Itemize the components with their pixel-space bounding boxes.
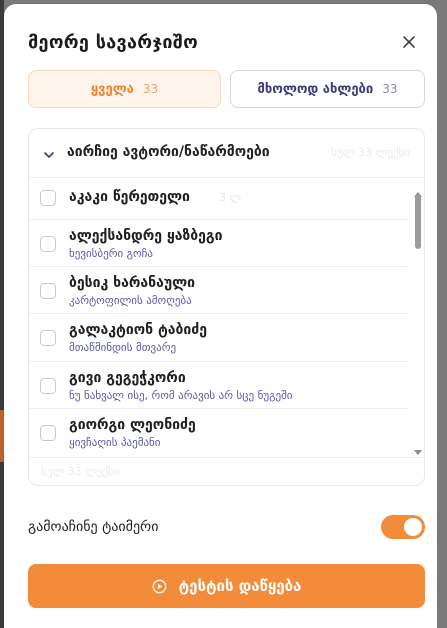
author-name: აკაკი წერეთელი — [69, 189, 190, 205]
selector-header-label: აირჩიე ავტორი/ნაწარმოები — [67, 144, 270, 160]
timer-label: გამოაჩინე ტაიმერი — [28, 519, 159, 535]
tab-all-label: ყველა — [90, 81, 134, 97]
selector-footer-hint: სულ 33 ლექსი — [41, 465, 120, 478]
list-item[interactable]: გივი გეგეჭკორი ნუ ნახვალ ისე, რომ არავის… — [29, 361, 407, 409]
work-title: ყივჩაღის პაემანი — [69, 436, 161, 449]
checkbox[interactable] — [40, 190, 56, 206]
checkbox[interactable] — [40, 330, 56, 346]
author-name: გივი გეგეჭკორი — [69, 370, 186, 386]
list-item[interactable]: აკაკი წერეთელი 3 ლ — [29, 177, 407, 220]
list-item[interactable]: ალექსანდრე ყაზბეგი ხევისბერი გოჩა — [29, 219, 407, 267]
timer-toggle[interactable] — [381, 515, 425, 539]
tab-all[interactable]: ყველა 33 — [28, 70, 221, 108]
list-item[interactable]: ბესიკ ხარანაული კარტოფილის ამოღება — [29, 266, 407, 314]
start-test-label: ტესტის დაწყება — [178, 577, 302, 595]
dialog-title: მეორე სავარჯიშო — [28, 32, 199, 53]
work-title: კარტოფილის ამოღება — [69, 294, 192, 307]
checkbox[interactable] — [40, 283, 56, 299]
list-item[interactable]: გალაკტიონ ტაბიძე მთაწმინდის მთვარე — [29, 313, 407, 362]
play-icon — [152, 579, 167, 594]
close-icon[interactable] — [399, 32, 419, 52]
tab-all-count: 33 — [142, 82, 159, 96]
tab-new-only[interactable]: მხოლოდ ახლები 33 — [230, 70, 425, 108]
selector-header-hint: სულ 33 ლექსი — [331, 146, 410, 159]
exercise-dialog: მეორე სავარჯიშო ყველა 33 მხოლოდ ახლები 3… — [4, 4, 437, 628]
toggle-knob — [404, 518, 422, 536]
work-title: ხევისბერი გოჩა — [69, 247, 154, 260]
author-name: გალაკტიონ ტაბიძე — [69, 322, 208, 338]
work-title: ნუ ნახვალ ისე, რომ არავის არ სცე ნუგეში — [69, 389, 293, 402]
work-title: მთაწმინდის მთვარე — [69, 341, 177, 354]
author-name: გიორგი ლეონიძე — [69, 417, 196, 433]
author-name: ალექსანდრე ყაზბეგი — [69, 228, 223, 244]
tab-new-count: 33 — [382, 82, 398, 96]
checkbox[interactable] — [40, 378, 56, 394]
chevron-down-icon — [43, 146, 55, 165]
checkbox[interactable] — [40, 425, 56, 441]
author-count-hint: 3 ლ — [219, 191, 242, 204]
author-selector: აირჩიე ავტორი/ნაწარმოები სულ 33 ლექსი აკ… — [28, 128, 425, 486]
author-name: ბესიკ ხარანაული — [69, 275, 196, 291]
author-list: აკაკი წერეთელი 3 ლ ალექსანდრე ყაზბეგი ხე… — [29, 177, 409, 457]
checkbox[interactable] — [40, 236, 56, 252]
list-item[interactable]: გიორგი ლეონიძე ყივჩაღის პაემანი — [29, 408, 407, 457]
scrollbar[interactable] — [411, 177, 424, 457]
tab-new-label: მხოლოდ ახლები — [257, 81, 374, 97]
scrollbar-thumb[interactable] — [415, 195, 421, 249]
selector-footer: სულ 33 ლექსი — [29, 457, 424, 485]
start-test-button[interactable]: ტესტის დაწყება — [28, 564, 425, 608]
selector-header[interactable]: აირჩიე ავტორი/ნაწარმოები სულ 33 ლექსი — [29, 129, 424, 178]
